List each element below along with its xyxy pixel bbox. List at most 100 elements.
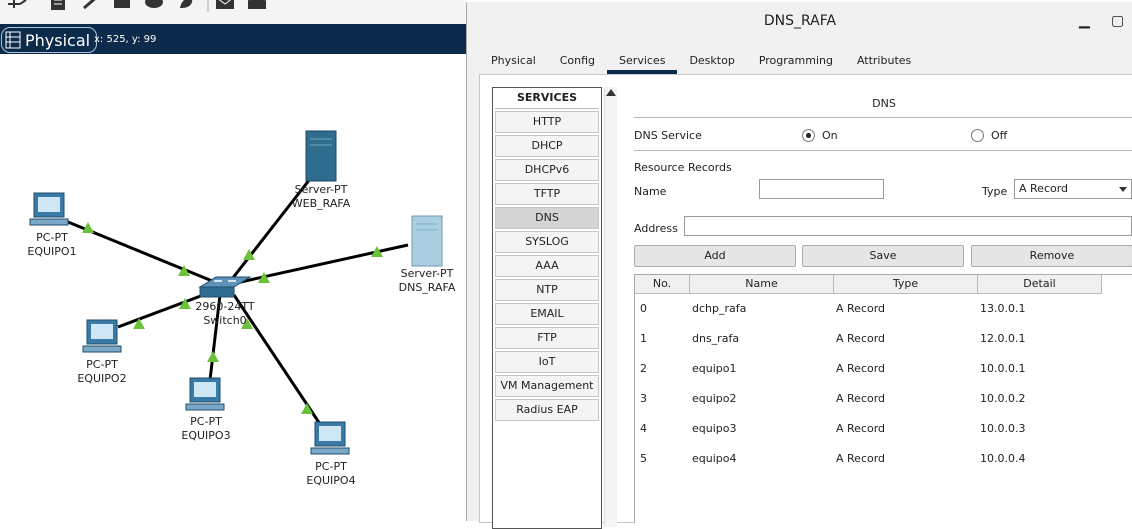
tab-desktop[interactable]: Desktop [677, 50, 746, 74]
record-type: A Record [836, 392, 886, 405]
draw-line-icon[interactable] [83, 0, 98, 10]
column-header-type[interactable]: Type [834, 275, 978, 294]
pdu-complex-icon[interactable] [248, 0, 266, 9]
device-type: PC-PT [86, 358, 118, 371]
pc-equipo2-icon[interactable] [82, 319, 122, 353]
save-button[interactable]: Save [802, 245, 964, 267]
service-dhcp[interactable]: DHCP [495, 135, 599, 157]
tab-attributes[interactable]: Attributes [845, 50, 923, 74]
record-no: 3 [640, 392, 647, 405]
device-dialog: DNS_RAFA ▁ ▢ Physical Config Services De… [466, 2, 1132, 529]
scroll-up-icon[interactable] [606, 89, 616, 96]
cursor-coordinates: x: 525, y: 99 [94, 34, 157, 45]
services-list: SERVICES HTTP DHCP DHCPv6 TFTP DNS SYSLO… [492, 87, 602, 529]
column-header-name[interactable]: Name [690, 275, 834, 294]
type-select[interactable]: A Record [1014, 179, 1132, 199]
dialog-tabs: Physical Config Services Desktop Program… [479, 50, 923, 74]
dialog-title: DNS_RAFA [763, 13, 837, 29]
rectangle-icon[interactable] [114, 0, 130, 8]
tab-services[interactable]: Services [607, 50, 678, 74]
dns-off-radio[interactable] [971, 129, 984, 142]
type-select-value: A Record [1019, 182, 1069, 195]
dns-on-radio[interactable] [802, 129, 815, 142]
record-detail: 10.0.0.2 [980, 392, 1026, 405]
record-name: equipo1 [692, 362, 737, 375]
record-type: A Record [836, 362, 886, 375]
device-name: EQUIPO3 [181, 429, 231, 442]
pc-equipo3-icon[interactable] [185, 377, 225, 411]
main-toolbar [0, 0, 466, 25]
service-dns[interactable]: DNS [495, 207, 599, 229]
record-detail: 10.0.0.1 [980, 362, 1026, 375]
device-type: 2960-24TT [195, 300, 255, 313]
tab-programming[interactable]: Programming [747, 50, 845, 74]
service-ntp[interactable]: NTP [495, 279, 599, 301]
chevron-down-icon [1119, 187, 1127, 192]
record-name: equipo2 [692, 392, 737, 405]
dialog-titlebar: DNS_RAFA ▁ ▢ [467, 2, 1132, 40]
service-ftp[interactable]: FTP [495, 327, 599, 349]
device-type: PC-PT [315, 460, 347, 473]
ellipse-icon[interactable] [145, 0, 163, 8]
freeform-icon[interactable] [180, 0, 193, 8]
connection-icon[interactable] [8, 0, 27, 8]
service-tftp[interactable]: TFTP [495, 183, 599, 205]
divider [634, 150, 1132, 151]
device-name: EQUIPO2 [77, 372, 127, 385]
record-name: dchp_rafa [692, 302, 747, 315]
record-type: A Record [836, 452, 886, 465]
device-list-icon [5, 31, 21, 49]
column-header-detail[interactable]: Detail [978, 275, 1102, 294]
toolbar-icons [8, 0, 266, 12]
record-type: A Record [836, 332, 886, 345]
service-http[interactable]: HTTP [495, 111, 599, 133]
service-radius-eap[interactable]: Radius EAP [495, 399, 599, 421]
name-label: Name [634, 185, 667, 198]
topology-canvas[interactable]: PC-PT EQUIPO1 PC-PT EQUIPO2 PC-PT EQUIPO… [0, 55, 466, 521]
pc-equipo1-icon[interactable] [29, 192, 69, 226]
remove-button[interactable]: Remove [971, 245, 1132, 267]
record-name: equipo3 [692, 422, 737, 435]
column-header-no[interactable]: No. [635, 275, 690, 294]
server-web-rafa-icon[interactable] [305, 130, 337, 182]
record-no: 4 [640, 422, 647, 435]
add-button[interactable]: Add [634, 245, 796, 267]
device-type: Server-PT [294, 183, 348, 196]
record-detail: 13.0.0.1 [980, 302, 1026, 315]
dns-records-table: No. Name Type Detail 0 dchp_rafa A Recor… [634, 274, 1132, 523]
address-input[interactable] [684, 216, 1132, 236]
type-label: Type [982, 185, 1008, 198]
device-type: PC-PT [36, 231, 68, 244]
record-no: 1 [640, 332, 647, 345]
service-vm-management[interactable]: VM Management [495, 375, 599, 397]
service-email[interactable]: EMAIL [495, 303, 599, 325]
maximize-button[interactable]: ▢ [1111, 2, 1124, 40]
record-name: dns_rafa [692, 332, 740, 345]
pc-equipo4-icon[interactable] [310, 421, 350, 455]
pdu-simple-icon[interactable] [216, 0, 234, 9]
name-input[interactable] [759, 179, 884, 199]
server-dns-rafa-icon[interactable] [411, 215, 443, 267]
services-scrollbar[interactable] [604, 87, 617, 527]
tab-physical[interactable]: Physical [479, 50, 548, 74]
service-dhcpv6[interactable]: DHCPv6 [495, 159, 599, 181]
device-name: Switch0 [203, 314, 247, 327]
device-type: PC-PT [190, 415, 222, 428]
address-label: Address [634, 222, 678, 235]
service-aaa[interactable]: AAA [495, 255, 599, 277]
service-syslog[interactable]: SYSLOG [495, 231, 599, 253]
equipo4-label: PC-PT EQUIPO4 [276, 460, 386, 488]
physical-mode-button[interactable]: Physical [1, 27, 98, 53]
tab-config[interactable]: Config [548, 50, 607, 74]
dns-off-label: Off [991, 129, 1008, 142]
divider [634, 117, 1132, 118]
minimize-button[interactable]: ▁ [1079, 2, 1090, 40]
record-detail: 12.0.0.1 [980, 332, 1026, 345]
equipo2-label: PC-PT EQUIPO2 [47, 358, 157, 386]
dns-heading: DNS [872, 97, 896, 110]
device-name: EQUIPO1 [27, 245, 77, 258]
service-iot[interactable]: IoT [495, 351, 599, 373]
note-icon[interactable] [51, 0, 65, 10]
dns-config: DNS DNS Service On Off Resource Records … [634, 75, 1132, 523]
record-name: equipo4 [692, 452, 737, 465]
